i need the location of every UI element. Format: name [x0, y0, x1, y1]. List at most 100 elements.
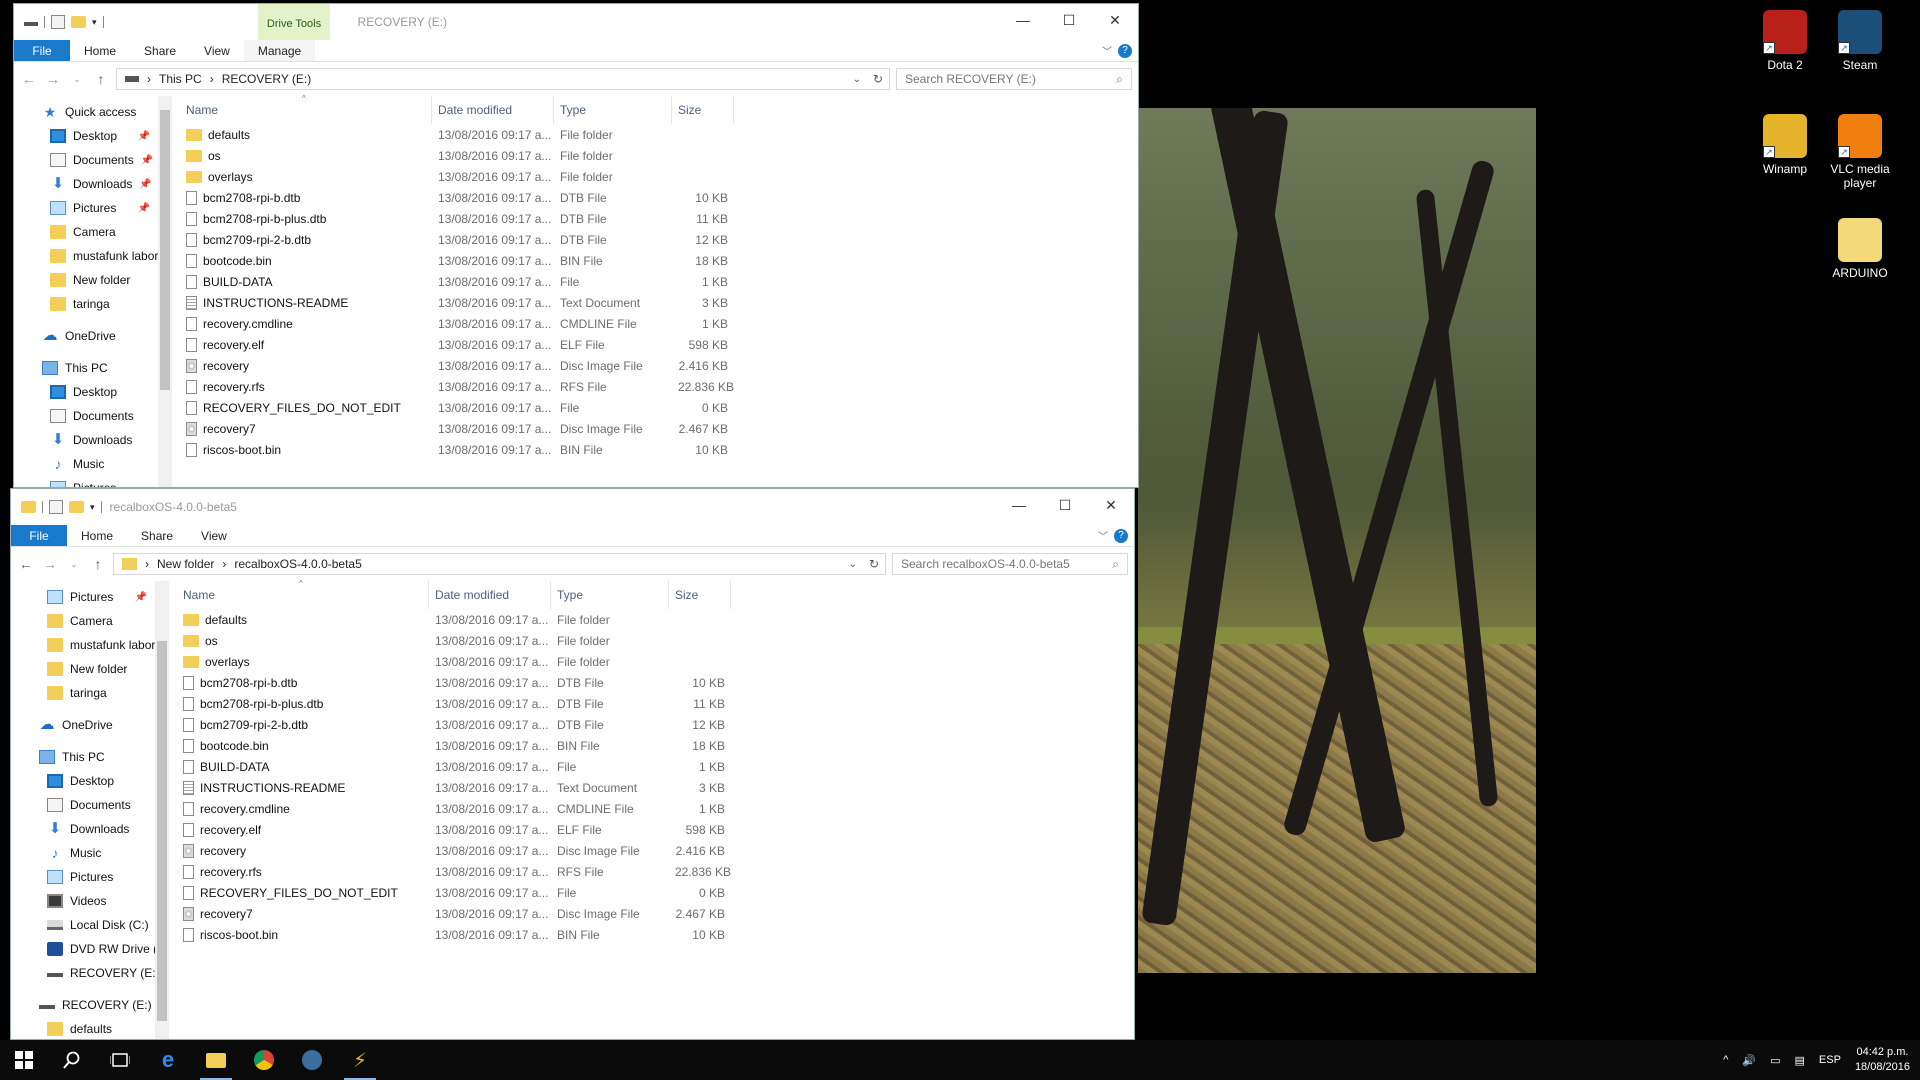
refresh-icon[interactable]: ↻ [873, 72, 883, 86]
desktop-icon-vlc-media-player[interactable]: ↗ VLC media player [1820, 114, 1900, 190]
nav-item-mustafunk-labor[interactable]: mustafunk labor [11, 633, 169, 657]
edge-icon[interactable]: e [144, 1040, 192, 1080]
nav-item-this-pc[interactable]: This PC [11, 745, 169, 769]
back-arrow-icon[interactable]: ← [17, 556, 35, 572]
column-type[interactable]: Type [551, 581, 669, 609]
tab-file[interactable]: File [11, 525, 67, 546]
up-arrow-icon[interactable]: ↑ [92, 71, 110, 87]
network-icon[interactable]: ▭ [1770, 1054, 1780, 1067]
breadcrumb-new-folder[interactable]: New folder [157, 557, 214, 571]
file-row[interactable]: bcm2708-rpi-b-plus.dtb 13/08/2016 09:17 a… [177, 693, 1134, 714]
file-row[interactable]: BUILD-DATA 13/08/2016 09:17 a... File 1 KB [180, 271, 1138, 292]
file-explorer-icon[interactable] [192, 1040, 240, 1080]
nav-item-downloads[interactable]: ⬇ Downloads 📌 [14, 172, 172, 196]
desktop-icon-steam[interactable]: ↗ Steam [1820, 10, 1900, 72]
file-row[interactable]: recovery.elf 13/08/2016 09:17 a... ELF Fil… [180, 334, 1138, 355]
nav-item-camera[interactable]: Camera [14, 220, 172, 244]
nav-scrollbar[interactable] [158, 96, 172, 487]
minimize-button[interactable]: — [1000, 4, 1046, 36]
file-row[interactable]: bcm2708-rpi-b-plus.dtb 13/08/2016 09:17 a… [180, 208, 1138, 229]
file-row[interactable]: recovery 13/08/2016 09:17 a... Disc Image … [177, 840, 1134, 861]
pin-icon[interactable]: 📌 [139, 179, 151, 190]
maximize-button[interactable]: ☐ [1042, 489, 1088, 521]
nav-item-pictures[interactable]: Pictures [14, 476, 172, 487]
start-button[interactable] [0, 1040, 48, 1080]
title-bar[interactable]: ▾ Drive Tools RECOVERY (E:) — ☐ ✕ [14, 4, 1138, 40]
maximize-button[interactable]: ☐ [1046, 4, 1092, 36]
address-bar[interactable]: › New folder › recalboxOS-4.0.0-beta5 ⌄ … [113, 553, 886, 575]
close-button[interactable]: ✕ [1092, 4, 1138, 36]
tab-view[interactable]: View [187, 525, 241, 546]
search-input[interactable]: Search recalboxOS-4.0.0-beta5 ⌕ [892, 553, 1128, 575]
language-indicator[interactable]: ESP [1819, 1054, 1841, 1066]
nav-item-camera[interactable]: Camera [11, 609, 169, 633]
nav-item-downloads[interactable]: ⬇ Downloads [11, 817, 169, 841]
file-row[interactable]: bootcode.bin 13/08/2016 09:17 a... BIN Fil… [180, 250, 1138, 271]
nav-scrollbar[interactable] [155, 581, 169, 1039]
file-row[interactable]: overlays 13/08/2016 09:17 a... File folder [177, 651, 1134, 672]
file-row[interactable]: riscos-boot.bin 13/08/2016 09:17 a... BIN … [177, 924, 1134, 945]
nav-item-dvd-rw-drive-d[interactable]: DVD RW Drive (D [11, 937, 169, 961]
chrome-icon[interactable] [240, 1040, 288, 1080]
clock[interactable]: 04:42 p.m. 18/08/2016 [1855, 1045, 1910, 1075]
nav-item-desktop[interactable]: Desktop 📌 [14, 124, 172, 148]
nav-item-pictures[interactable]: Pictures 📌 [11, 585, 169, 609]
nav-item-recovery-e[interactable]: RECOVERY (E:) [11, 993, 169, 1017]
steam-taskbar-icon[interactable] [288, 1040, 336, 1080]
volume-icon[interactable]: 🔊 [1742, 1054, 1756, 1067]
new-folder-icon[interactable] [71, 16, 86, 28]
nav-item-onedrive[interactable]: ☁ OneDrive [11, 713, 169, 737]
nav-item-local-disk-c[interactable]: Local Disk (C:) [11, 913, 169, 937]
new-folder-icon[interactable] [69, 501, 84, 513]
tab-manage[interactable]: Manage [243, 40, 316, 61]
search-button[interactable] [48, 1040, 96, 1080]
file-row[interactable]: bcm2708-rpi-b.dtb 13/08/2016 09:17 a... DT… [180, 187, 1138, 208]
desktop-icon-dota-2[interactable]: ↗ Dota 2 [1745, 10, 1825, 72]
file-row[interactable]: riscos-boot.bin 13/08/2016 09:17 a... BIN … [180, 439, 1138, 460]
file-row[interactable]: RECOVERY_FILES_DO_NOT_EDIT 13/08/2016 09:… [180, 397, 1138, 418]
desktop-icon-arduino[interactable]: ARDUINO [1820, 218, 1900, 280]
file-row[interactable]: os 13/08/2016 09:17 a... File folder [180, 145, 1138, 166]
file-row[interactable]: bcm2709-rpi-2-b.dtb 13/08/2016 09:17 a...… [177, 714, 1134, 735]
nav-item-pictures[interactable]: Pictures 📌 [14, 196, 172, 220]
quick-access-toolbar[interactable]: ▾ [14, 15, 104, 29]
properties-icon[interactable] [49, 500, 63, 514]
navigation-pane[interactable]: ★ Quick access Desktop 📌 Documents 📌 ⬇ Download… [14, 96, 172, 487]
breadcrumb-recovery[interactable]: RECOVERY (E:) [222, 72, 312, 86]
nav-item-this-pc[interactable]: This PC [14, 356, 172, 380]
nav-item-desktop[interactable]: Desktop [14, 380, 172, 404]
file-list[interactable]: Name Date modified Type Size ^ defaults 13/08/… [172, 94, 1138, 487]
pin-icon[interactable]: 📌 [141, 155, 153, 166]
nav-item-recovery-e[interactable]: RECOVERY (E:) [11, 961, 169, 985]
file-row[interactable]: INSTRUCTIONS-README 13/08/2016 09:17 a...… [177, 777, 1134, 798]
tab-share[interactable]: Share [127, 525, 187, 546]
address-dropdown-icon[interactable]: ⌄ [849, 559, 857, 570]
nav-item-music[interactable]: ♪ Music [14, 452, 172, 476]
minimize-button[interactable]: — [996, 489, 1042, 521]
help-icon[interactable]: ? [1118, 44, 1132, 58]
tab-file[interactable]: File [14, 40, 70, 61]
file-row[interactable]: defaults 13/08/2016 09:17 a... File folder [177, 609, 1134, 630]
task-view-button[interactable] [96, 1040, 144, 1080]
address-dropdown-icon[interactable]: ⌄ [853, 74, 861, 85]
file-row[interactable]: bootcode.bin 13/08/2016 09:17 a... BIN Fil… [177, 735, 1134, 756]
action-center-icon[interactable]: ▤ [1795, 1054, 1805, 1067]
file-row[interactable]: BUILD-DATA 13/08/2016 09:17 a... File 1 KB [177, 756, 1134, 777]
search-input[interactable]: Search RECOVERY (E:) ⌕ [896, 68, 1132, 90]
desktop-icon-winamp[interactable]: ↗ Winamp [1745, 114, 1825, 176]
show-hidden-icons-icon[interactable]: ^ [1723, 1054, 1728, 1066]
file-list[interactable]: Name Date modified Type Size ^ defaults 13/08/… [169, 579, 1134, 1039]
nav-item-documents[interactable]: Documents [14, 404, 172, 428]
navigation-pane[interactable]: Pictures 📌 Camera mustafunk labor New folder… [11, 581, 169, 1039]
address-bar[interactable]: › This PC › RECOVERY (E:) ⌄ ↻ [116, 68, 890, 90]
tab-home[interactable]: Home [70, 40, 130, 61]
file-row[interactable]: RECOVERY_FILES_DO_NOT_EDIT 13/08/2016 09:… [177, 882, 1134, 903]
file-row[interactable]: os 13/08/2016 09:17 a... File folder [177, 630, 1134, 651]
forward-arrow-icon[interactable]: → [44, 71, 62, 87]
file-row[interactable]: recovery7 13/08/2016 09:17 a... Disc Image… [180, 418, 1138, 439]
breadcrumb-this-pc[interactable]: This PC [159, 72, 202, 86]
file-row[interactable]: recovery.rfs 13/08/2016 09:17 a... RFS Fil… [180, 376, 1138, 397]
file-row[interactable]: recovery.rfs 13/08/2016 09:17 a... RFS Fil… [177, 861, 1134, 882]
pin-icon[interactable]: 📌 [135, 592, 147, 603]
nav-item-onedrive[interactable]: ☁ OneDrive [14, 324, 172, 348]
